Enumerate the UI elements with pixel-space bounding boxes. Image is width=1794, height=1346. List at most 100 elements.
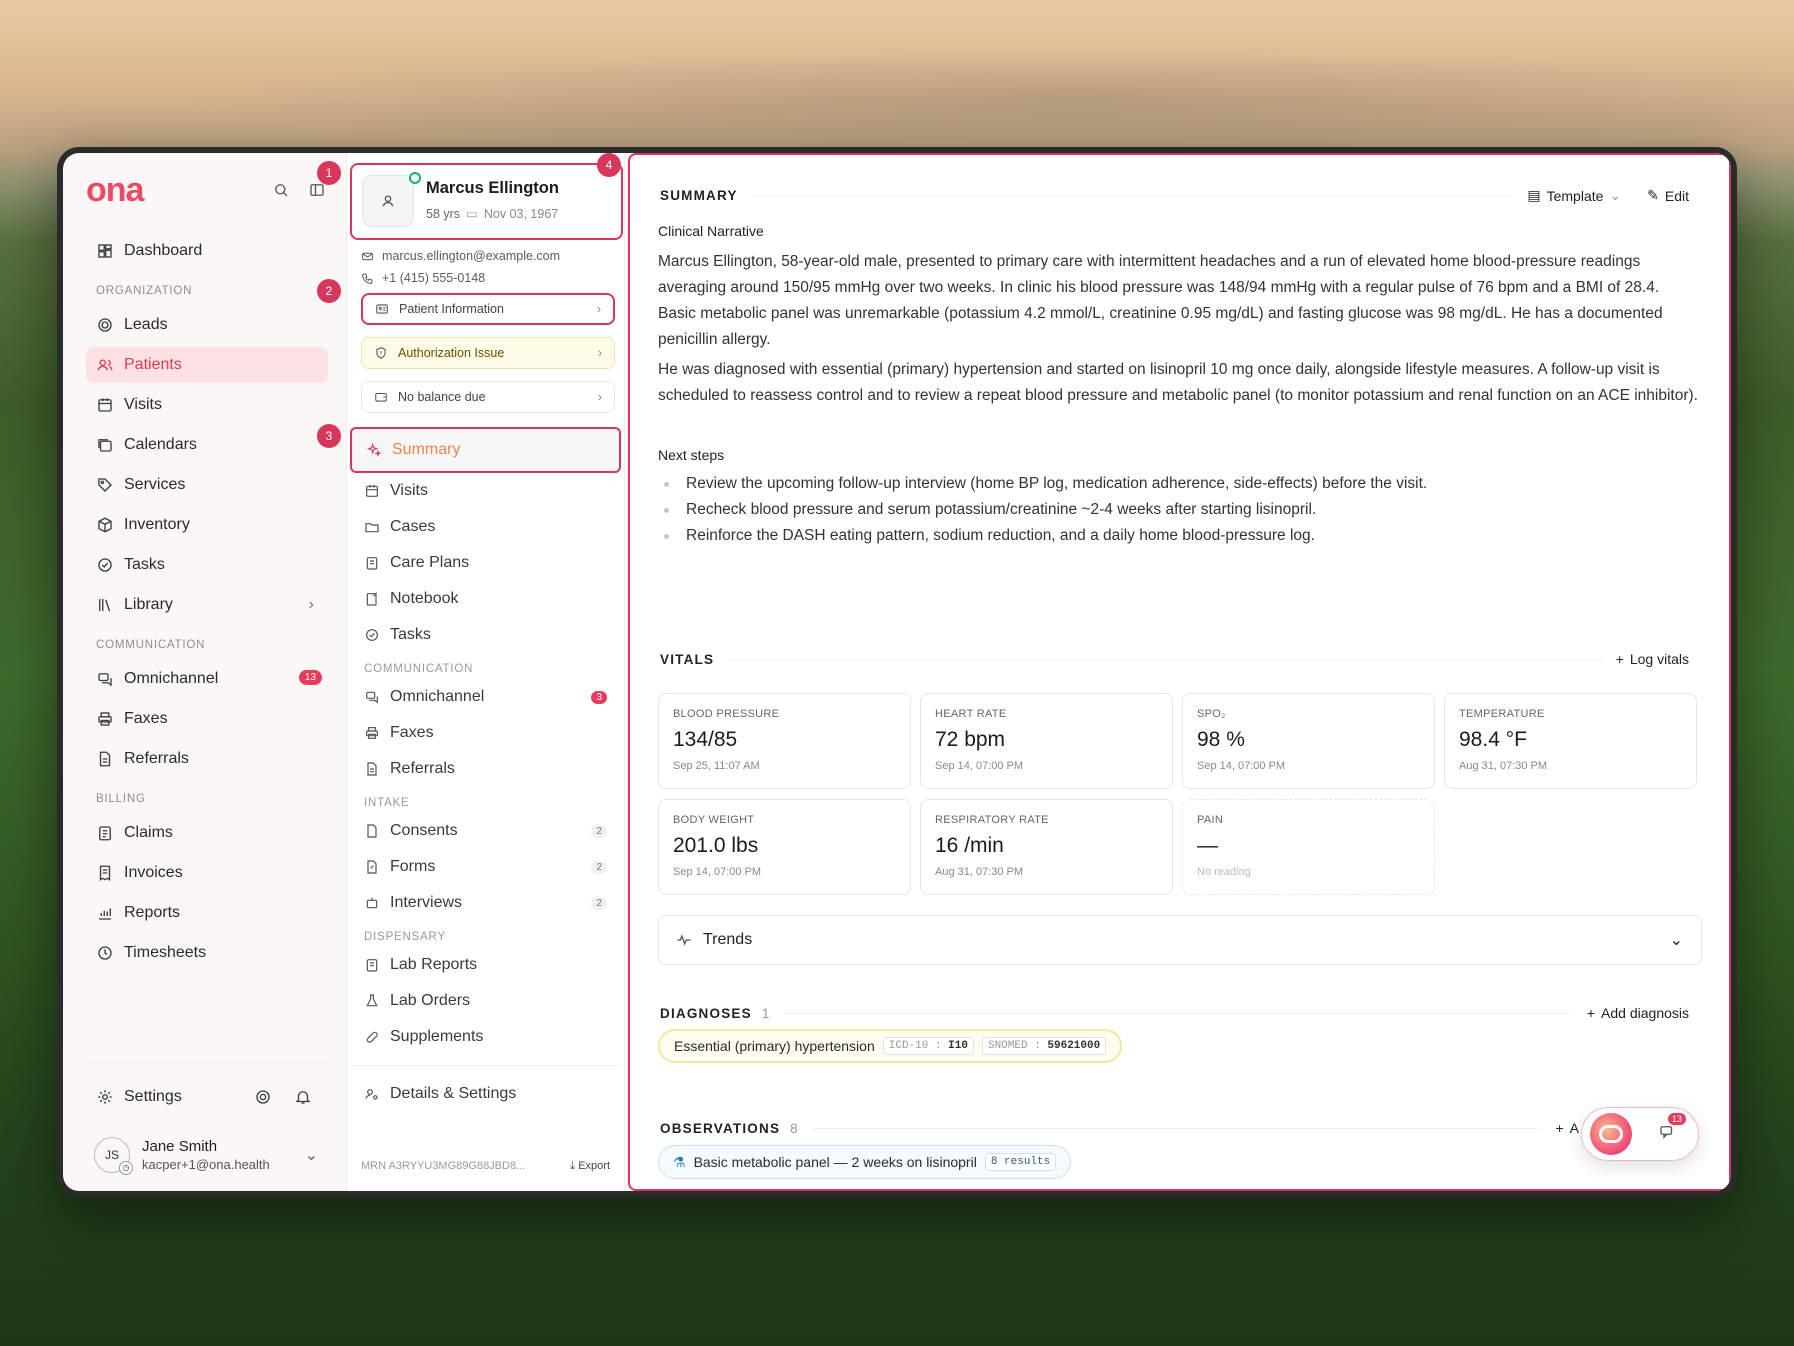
button-label: Patient Information (399, 302, 504, 316)
vital-card-body-weight[interactable]: BODY WEIGHT 201.0 lbs Sep 14, 07:00 PM (658, 799, 911, 895)
tab-label: Details & Settings (390, 1085, 517, 1102)
nav-library[interactable]: Library › (86, 587, 328, 623)
vital-value: — (1197, 834, 1218, 857)
tab-interviews[interactable]: Interviews 2 (350, 885, 621, 921)
next-steps-list: Review the upcoming follow-up interview … (658, 471, 1699, 549)
nav-referrals[interactable]: Referrals (86, 741, 328, 777)
button-label: No balance due (398, 390, 486, 404)
tab-label: Summary (392, 441, 461, 458)
chevron-down-icon[interactable]: ⌄ (305, 1145, 318, 1165)
icd-value: I10 (948, 1040, 968, 1052)
vital-card-temperature[interactable]: TEMPERATURE 98.4 °F Aug 31, 07:30 PM (1444, 693, 1697, 789)
nav-label: Timesheets (124, 944, 207, 961)
nav-tasks[interactable]: Tasks (86, 547, 328, 583)
document-icon (96, 750, 114, 768)
snomed-code: SNOMED : 59621000 (981, 1037, 1107, 1055)
messages-badge: 13 (1667, 1112, 1686, 1125)
chat-icon (96, 670, 114, 688)
vital-card-pain[interactable]: PAIN — No reading (1182, 799, 1435, 895)
nav-label: Referrals (124, 750, 189, 767)
nav-dashboard[interactable]: Dashboard (86, 233, 328, 269)
messages-icon[interactable]: 13 (1658, 1112, 1686, 1146)
tab-summary[interactable]: Summary (350, 427, 621, 473)
tab-visits[interactable]: Visits (350, 473, 621, 509)
vital-card-blood-pressure[interactable]: BLOOD PRESSURE 134/85 Sep 25, 11:07 AM (658, 693, 911, 789)
tab-forms[interactable]: Forms 2 (350, 849, 621, 885)
interviews-count: 2 (591, 896, 607, 910)
nav-faxes[interactable]: Faxes (86, 701, 328, 737)
diagnoses-header: DIAGNOSES 1 + Add diagnosis (660, 1005, 1689, 1021)
log-vitals-button[interactable]: + Log vitals (1616, 651, 1689, 667)
export-button[interactable]: ⤓ Export (570, 1160, 610, 1173)
template-dropdown[interactable]: ▤ Template ⌄ (1527, 187, 1621, 204)
nav-visits[interactable]: Visits (86, 387, 328, 423)
tab-omnichannel[interactable]: Omnichannel 3 (350, 679, 621, 715)
nav-leads[interactable]: Leads (86, 307, 328, 343)
nav-invoices[interactable]: Invoices (86, 855, 328, 891)
invoice-icon (96, 864, 114, 882)
tab-supplements[interactable]: Supplements (350, 1019, 621, 1055)
nav-inventory[interactable]: Inventory (86, 507, 328, 543)
tab-lab-orders[interactable]: Lab Orders (350, 983, 621, 1019)
tab-label: Forms (390, 858, 436, 875)
add-diagnosis-button[interactable]: + Add diagnosis (1587, 1005, 1689, 1021)
nav-omnichannel[interactable]: Omnichannel 13 (86, 661, 328, 697)
tab-notebook[interactable]: Notebook (350, 581, 621, 617)
ona-logo[interactable]: ona (86, 171, 144, 210)
search-icon[interactable] (272, 181, 290, 199)
patient-information-button[interactable]: Patient Information › (361, 293, 615, 325)
patient-card[interactable]: Marcus Ellington 58 yrs ▭ Nov 03, 1967 (350, 163, 623, 240)
vital-label: RESPIRATORY RATE (935, 814, 1049, 826)
bell-icon[interactable] (294, 1088, 312, 1106)
vital-value: 201.0 lbs (673, 834, 759, 857)
vital-label: HEART RATE (935, 708, 1007, 720)
user-icon (379, 192, 397, 210)
vital-time: Aug 31, 07:30 PM (1459, 760, 1548, 772)
nav-timesheets[interactable]: Timesheets (86, 935, 328, 971)
edit-button[interactable]: ✎ Edit (1647, 187, 1689, 204)
tab-label: Care Plans (390, 554, 470, 571)
tab-care-plans[interactable]: Care Plans (350, 545, 621, 581)
diagnosis-chip[interactable]: Essential (primary) hypertension ICD-10 … (658, 1029, 1123, 1063)
patient-phone-row[interactable]: +1 (415) 555-0148 (361, 271, 485, 285)
nav-claims[interactable]: Claims (86, 815, 328, 851)
observation-chip[interactable]: ⚗ Basic metabolic panel — 2 weeks on lis… (658, 1145, 1072, 1179)
window-frame: ona Dashboard ORGANIZATION Leads Patient… (57, 147, 1737, 1197)
tab-lab-reports[interactable]: Lab Reports (350, 947, 621, 983)
nav-settings[interactable]: Settings (86, 1079, 328, 1115)
tab-consents[interactable]: Consents 2 (350, 813, 621, 849)
add-observation-button[interactable]: + A (1555, 1120, 1579, 1136)
nav-label: Claims (124, 824, 173, 841)
vital-card-heart-rate[interactable]: HEART RATE 72 bpm Sep 14, 07:00 PM (920, 693, 1173, 789)
vital-value: 134/85 (673, 728, 738, 751)
vital-card-spo2[interactable]: SPO₂ 98 % Sep 14, 07:00 PM (1182, 693, 1435, 789)
nav-label: Dashboard (124, 242, 203, 259)
nav-calendars[interactable]: Calendars (86, 427, 328, 463)
chat-assistant-button[interactable]: 13 (1581, 1107, 1699, 1161)
chevron-right-icon: › (597, 346, 602, 360)
help-lifebuoy-icon[interactable] (254, 1088, 272, 1106)
balance-button[interactable]: No balance due › (361, 381, 615, 413)
nav-patients[interactable]: Patients (86, 347, 328, 383)
tab-cases[interactable]: Cases (350, 509, 621, 545)
tab-tasks[interactable]: Tasks (350, 617, 621, 653)
observations-heading: OBSERVATIONS 8 (660, 1121, 798, 1136)
patient-email-row[interactable]: marcus.ellington@example.com (361, 249, 560, 263)
tab-referrals[interactable]: Referrals (350, 751, 621, 787)
tab-details-settings[interactable]: Details & Settings (350, 1076, 621, 1112)
user-profile[interactable]: JS ◷ Jane Smith kacper+1@ona.health ⌄ (86, 1137, 328, 1175)
mrn-value: MRN A3RYYU3MG89G88JBD8... (361, 1160, 526, 1172)
trends-accordion[interactable]: Trends ⌄ (658, 915, 1702, 965)
vital-card-respiratory-rate[interactable]: RESPIRATORY RATE 16 /min Aug 31, 07:30 P… (920, 799, 1173, 895)
vital-time: Aug 31, 07:30 PM (935, 866, 1024, 878)
tab-label: Lab Orders (390, 992, 471, 1009)
tab-label: Referrals (390, 760, 455, 777)
tab-faxes[interactable]: Faxes (350, 715, 621, 751)
nav-reports[interactable]: Reports (86, 895, 328, 931)
next-steps-title: Next steps (658, 447, 725, 463)
authorization-issue-button[interactable]: Authorization Issue › (361, 337, 615, 369)
nav-services[interactable]: Services (86, 467, 328, 503)
add-observation-label: A (1569, 1120, 1579, 1136)
sparkles-icon (366, 442, 382, 458)
mail-icon (361, 250, 374, 263)
